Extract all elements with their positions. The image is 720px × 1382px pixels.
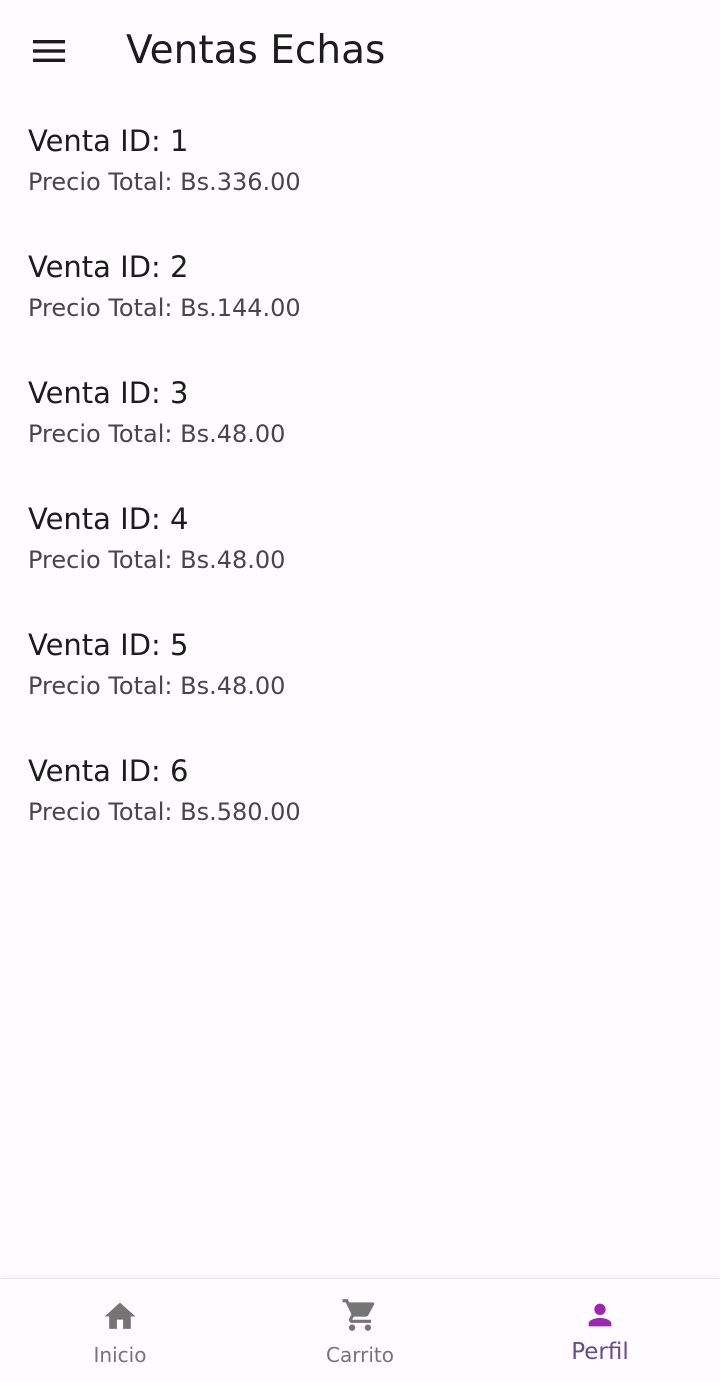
- nav-label-inicio: Inicio: [93, 1343, 147, 1367]
- sale-total-label: Precio Total: Bs.580.00: [28, 798, 301, 826]
- app-screen: Ventas Echas Venta ID: 1 Precio Total: B…: [0, 0, 720, 1382]
- sale-total-label: Precio Total: Bs.336.00: [28, 168, 301, 196]
- page-title: Ventas Echas: [126, 28, 386, 73]
- person-icon: [580, 1295, 620, 1335]
- sale-id-label: Venta ID: 3: [28, 376, 189, 410]
- sale-list-item[interactable]: Venta ID: 4 Precio Total: Bs.48.00: [0, 482, 720, 608]
- sale-id-label: Venta ID: 6: [28, 754, 189, 788]
- sale-id-label: Venta ID: 2: [28, 250, 189, 284]
- sale-list-item[interactable]: Venta ID: 5 Precio Total: Bs.48.00: [0, 608, 720, 734]
- nav-item-inicio[interactable]: Inicio: [0, 1279, 240, 1382]
- sale-list-item[interactable]: Venta ID: 1 Precio Total: Bs.336.00: [0, 104, 720, 230]
- sale-id-label: Venta ID: 1: [28, 124, 189, 158]
- sale-list-item[interactable]: Venta ID: 2 Precio Total: Bs.144.00: [0, 230, 720, 356]
- sale-list-item[interactable]: Venta ID: 3 Precio Total: Bs.48.00: [0, 356, 720, 482]
- nav-label-carrito: Carrito: [326, 1343, 394, 1367]
- sale-id-label: Venta ID: 5: [28, 628, 189, 662]
- app-bar: Ventas Echas: [0, 0, 720, 104]
- sale-total-label: Precio Total: Bs.48.00: [28, 672, 286, 700]
- nav-label-perfil: Perfil: [571, 1339, 629, 1365]
- nav-item-carrito[interactable]: Carrito: [240, 1279, 480, 1382]
- bottom-navigation: Inicio Carrito Perfil: [0, 1278, 720, 1382]
- sale-total-label: Precio Total: Bs.48.00: [28, 420, 286, 448]
- sale-total-label: Precio Total: Bs.144.00: [28, 294, 301, 322]
- cart-icon: [340, 1295, 380, 1335]
- sales-list: Venta ID: 1 Precio Total: Bs.336.00 Vent…: [0, 104, 720, 860]
- menu-button[interactable]: [14, 16, 84, 86]
- sale-list-item[interactable]: Venta ID: 6 Precio Total: Bs.580.00: [0, 734, 720, 860]
- menu-icon: [33, 40, 65, 62]
- nav-item-perfil[interactable]: Perfil: [480, 1279, 720, 1382]
- sale-total-label: Precio Total: Bs.48.00: [28, 546, 286, 574]
- home-icon: [100, 1295, 140, 1335]
- sale-id-label: Venta ID: 4: [28, 502, 189, 536]
